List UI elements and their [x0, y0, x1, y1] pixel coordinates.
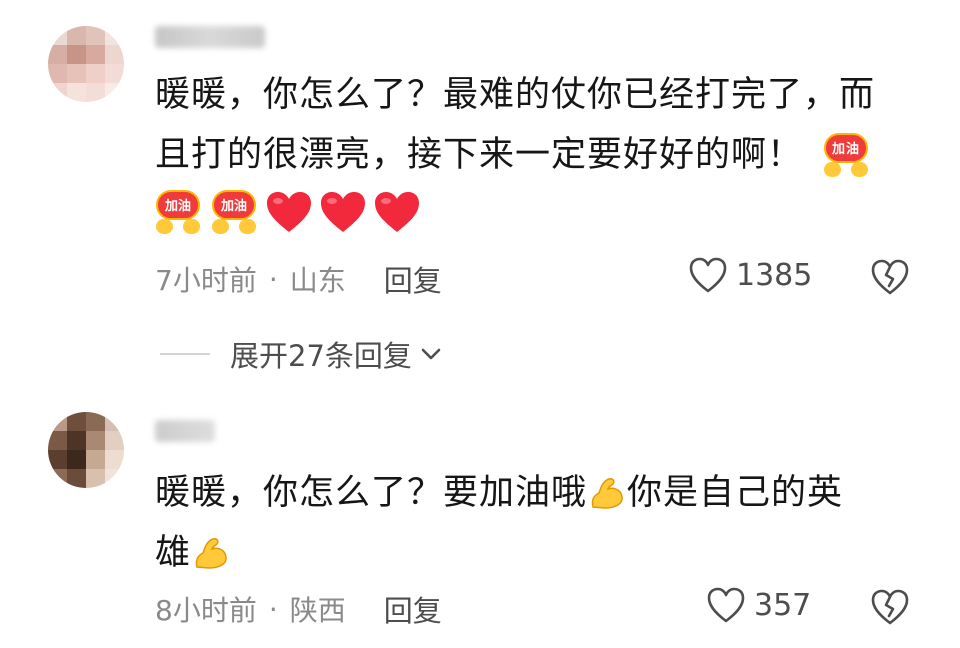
red-heart-icon — [321, 192, 365, 232]
avatar-pixelated[interactable] — [48, 412, 124, 488]
comment-text: 暖暖，你怎么了？最难的仗你已经打完了，而 且打的很漂亮，接下来一定要好好的啊！ … — [155, 65, 925, 185]
meta-separator: · — [268, 262, 278, 296]
comment-text-line-2-wrap: 雄 — [155, 523, 925, 583]
chevron-down-icon — [421, 348, 441, 360]
sticker-label: 加油 — [212, 190, 256, 220]
reply-button[interactable]: 回复 — [384, 258, 442, 300]
comment-text: 暖暖，你怎么了？要加油哦 你是自己的英 雄 — [155, 463, 925, 583]
comment-text-line-2-wrap: 且打的很漂亮，接下来一定要好好的啊！ 加油 — [155, 125, 925, 185]
red-heart-icon — [267, 192, 311, 232]
like-button[interactable]: 357 — [706, 586, 811, 624]
comment-location: 山东 — [289, 264, 346, 297]
emoji-row: 加油 加油 — [153, 188, 421, 236]
jiayou-sticker-icon: 加油 — [821, 131, 871, 179]
broken-heart-icon — [871, 259, 909, 295]
comment-text-line-1: 暖暖，你怎么了？最难的仗你已经打完了，而 — [155, 75, 876, 115]
comment-time: 8小时前 — [155, 594, 257, 627]
broken-heart-icon — [871, 589, 909, 625]
flexed-biceps-icon — [195, 538, 227, 569]
comment-meta: 8小时前 · 陕西 回复 — [155, 588, 442, 630]
dislike-button[interactable] — [870, 588, 910, 630]
jiayou-sticker-icon: 加油 — [153, 188, 203, 236]
comment-time: 7小时前 — [155, 264, 257, 297]
comment-meta: 7小时前 · 山东 回复 — [155, 258, 442, 300]
divider-line — [160, 353, 210, 355]
sticker-label: 加油 — [156, 190, 200, 220]
expand-replies-label: 展开27条回复 — [230, 339, 412, 373]
comment-text-line-1-wrap: 暖暖，你怎么了？要加油哦 你是自己的英 — [155, 463, 925, 523]
sticker-label: 加油 — [824, 133, 869, 163]
jiayou-sticker-icon: 加油 — [209, 188, 259, 236]
like-count: 1385 — [736, 257, 813, 293]
meta-separator: · — [268, 592, 278, 626]
flexed-biceps-icon — [591, 478, 623, 509]
comment-text-part-1: 暖暖，你怎么了？要加油哦 — [155, 473, 588, 513]
username-blurred[interactable] — [155, 420, 215, 442]
comment-location: 陕西 — [289, 594, 346, 627]
dislike-button[interactable] — [870, 258, 910, 300]
avatar-pixelated[interactable] — [48, 26, 124, 102]
heart-outline-icon — [707, 587, 745, 623]
red-heart-icon — [375, 192, 419, 232]
username-blurred[interactable] — [155, 26, 265, 48]
expand-replies-button[interactable]: 展开27条回复 — [160, 333, 444, 375]
heart-outline-icon — [689, 257, 727, 293]
like-count: 357 — [754, 587, 812, 623]
comment-text-line-2: 雄 — [155, 533, 192, 573]
like-button[interactable]: 1385 — [688, 256, 812, 294]
comment-text-part-2: 你是自己的英 — [627, 473, 844, 513]
reply-button[interactable]: 回复 — [384, 588, 442, 630]
comment-text-line-2: 且打的很漂亮，接下来一定要好好的啊！ — [155, 135, 804, 175]
